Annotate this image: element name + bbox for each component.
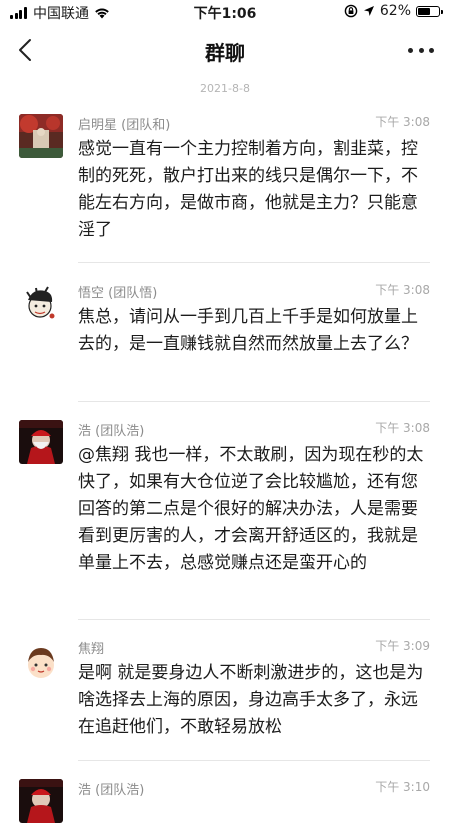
message-divider bbox=[78, 262, 430, 263]
date-divider: 2021-8-8 bbox=[200, 82, 250, 95]
more-dot bbox=[408, 47, 413, 53]
message-text: 焦总，请问从一手到几百上千手是如何放量上去的，是一直赚钱就自然而然放量上去了么？ bbox=[78, 307, 418, 354]
battery-percent: 62% bbox=[379, 3, 411, 19]
message-divider bbox=[78, 619, 430, 620]
avatar-image bbox=[19, 640, 63, 684]
message-sender: 浩 (团队浩) bbox=[78, 424, 145, 439]
message-time: 下午 3:08 bbox=[375, 421, 430, 435]
battery-level-fill bbox=[418, 7, 430, 15]
avatar-image bbox=[19, 114, 63, 158]
page-title: 群聊 bbox=[205, 41, 245, 65]
avatar[interactable] bbox=[19, 282, 63, 326]
message-sender: 浩 (团队浩) bbox=[78, 783, 145, 798]
avatar-image bbox=[19, 420, 63, 464]
nav-bar: 群聊 bbox=[0, 28, 450, 72]
message-time: 下午 3:08 bbox=[375, 115, 430, 129]
battery-icon bbox=[416, 5, 443, 17]
location-icon bbox=[363, 6, 374, 16]
avatar[interactable] bbox=[19, 114, 63, 158]
message-time: 下午 3:10 bbox=[375, 780, 430, 794]
message-text: @焦翔 我也一样，不太敢刷，因为现在秒的太快了，如果有大仓位逆了会比较尴尬，还有… bbox=[78, 445, 424, 573]
message-sender: 悟空 (团队悟) bbox=[78, 286, 158, 301]
message-sender: 启明星 (团队和) bbox=[78, 118, 171, 133]
message-time: 下午 3:08 bbox=[375, 283, 430, 297]
more-dot bbox=[429, 47, 434, 53]
lock-rotation-icon bbox=[344, 4, 358, 18]
avatar-image bbox=[19, 779, 63, 823]
message-text: 感觉一直有一个主力控制着方向，割韭菜，控制的死死，散户打出来的线只是偶尔一下，不… bbox=[78, 139, 418, 240]
avatar[interactable] bbox=[19, 640, 63, 684]
avatar-image bbox=[19, 282, 63, 326]
status-right: 62% bbox=[344, 3, 443, 19]
message-text: 是啊 就是要身边人不断刺激进步的，这也是为啥选择去上海的原因，身边高手太多了，永… bbox=[78, 663, 424, 737]
message-divider bbox=[78, 401, 430, 402]
message-divider bbox=[78, 760, 430, 761]
avatar[interactable] bbox=[19, 779, 63, 823]
more-dot bbox=[418, 47, 424, 53]
more-button[interactable] bbox=[408, 38, 434, 62]
message-time: 下午 3:09 bbox=[375, 639, 430, 653]
avatar[interactable] bbox=[19, 420, 63, 464]
message-sender: 焦翔 bbox=[78, 642, 105, 657]
status-bar: 中国联通 下午1:06 62% bbox=[0, 0, 450, 24]
